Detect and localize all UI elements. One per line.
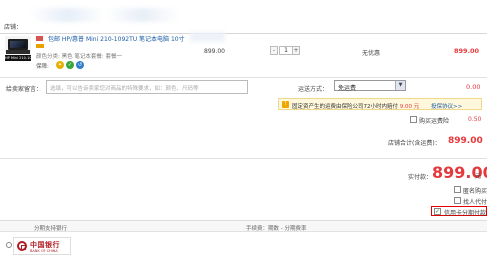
shop-label: 店铺： — [4, 24, 23, 31]
shipping-selected-value: 免运费 — [338, 85, 357, 92]
insurance-amount: 9.00 元 — [399, 103, 420, 110]
shield-icon[interactable]: ✦ — [56, 61, 64, 69]
divider — [0, 158, 487, 159]
chevron-down-icon[interactable]: ▼ — [395, 81, 405, 90]
insurance-text: 固定资产生的运费由保险公司72小时内赔付 — [292, 103, 400, 110]
col-fee-header: 手续费：期数 - 分期费率 — [246, 226, 307, 232]
product-title-link[interactable]: 包邮 HP/惠普 Mini 210-1092TU 笔记本电脑 10寸 — [48, 34, 185, 43]
anonymous-label: 匿名购买 — [463, 188, 487, 195]
shop-row: 店铺： — [0, 18, 487, 34]
shop-total-value: 899.00 — [448, 136, 483, 146]
buy-insurance-label: 购买运费险 — [419, 118, 450, 125]
paid-unit: 元 — [475, 173, 482, 180]
quantity-stepper: - 1 + — [270, 46, 302, 55]
seller-badge-icon — [36, 44, 44, 48]
quantity-input[interactable]: 1 — [279, 46, 293, 55]
divider — [0, 77, 487, 78]
message-label: 给卖家留言： — [6, 86, 43, 93]
bank-radio[interactable] — [6, 242, 12, 248]
check-icon[interactable]: ✓ — [66, 61, 74, 69]
info-icon: ! — [282, 101, 289, 108]
qty-minus-button[interactable]: - — [270, 46, 278, 55]
blurred-title-suffix — [190, 32, 225, 42]
message-input[interactable]: 选填，可以告诉卖家您对商品的特殊要求，如：颜色、尺码等 — [46, 80, 248, 94]
insurance-price: 0.50 — [468, 116, 482, 123]
return-icon[interactable]: ↺ — [76, 61, 84, 69]
insurance-notice: ! 固定资产生的运费由保险公司72小时内赔付 9.00 元 投保协议>> — [278, 98, 482, 110]
installment-checkbox[interactable]: ✓ — [434, 208, 441, 215]
installment-table-header — [0, 221, 487, 232]
unit-price: 899.00 — [204, 48, 225, 55]
bank-name-en: BANK OF CHINA — [30, 249, 58, 253]
shipping-fee: 0.00 — [466, 83, 481, 91]
qty-plus-button[interactable]: + — [292, 46, 300, 55]
proxy-pay-checkbox[interactable] — [454, 197, 461, 204]
laptop-screen — [8, 39, 28, 50]
product-attributes: 颜色分类: 黑色 笔记本套餐: 套餐一 — [36, 54, 122, 60]
item-subtotal: 899.00 — [454, 47, 480, 55]
proxy-pay-label: 找人代付 — [463, 199, 487, 206]
free-shipping-badge-icon — [36, 36, 43, 41]
bank-of-china-logo[interactable]: 中国银行 BANK OF CHINA — [13, 237, 71, 255]
product-image-caption: HP Mini 210-1092TU — [5, 55, 31, 61]
bank-of-china-logo-icon — [17, 241, 27, 251]
shop-total-label: 店铺合计(含运费)： — [388, 140, 441, 147]
installment-label: 信用卡分期付款 — [444, 210, 487, 217]
guarantee-label: 保障: — [36, 64, 49, 70]
shipping-select[interactable]: 免运费 ▼ — [334, 80, 406, 92]
laptop-base — [6, 50, 30, 54]
discount-text: 无优惠 — [362, 50, 381, 57]
shipping-label: 运送方式： — [298, 86, 329, 93]
anonymous-checkbox[interactable] — [454, 186, 461, 193]
insurance-agreement-link[interactable]: 投保协议>> — [431, 102, 462, 110]
buy-insurance-checkbox[interactable] — [410, 116, 417, 123]
col-bank-header: 分期支持银行 — [34, 226, 68, 232]
product-image[interactable]: HP Mini 210-1092TU — [5, 36, 31, 61]
message-placeholder: 选填，可以告诉卖家您对商品的特殊要求，如：颜色、尺码等 — [50, 86, 199, 92]
paid-label: 实付款： — [408, 174, 433, 181]
